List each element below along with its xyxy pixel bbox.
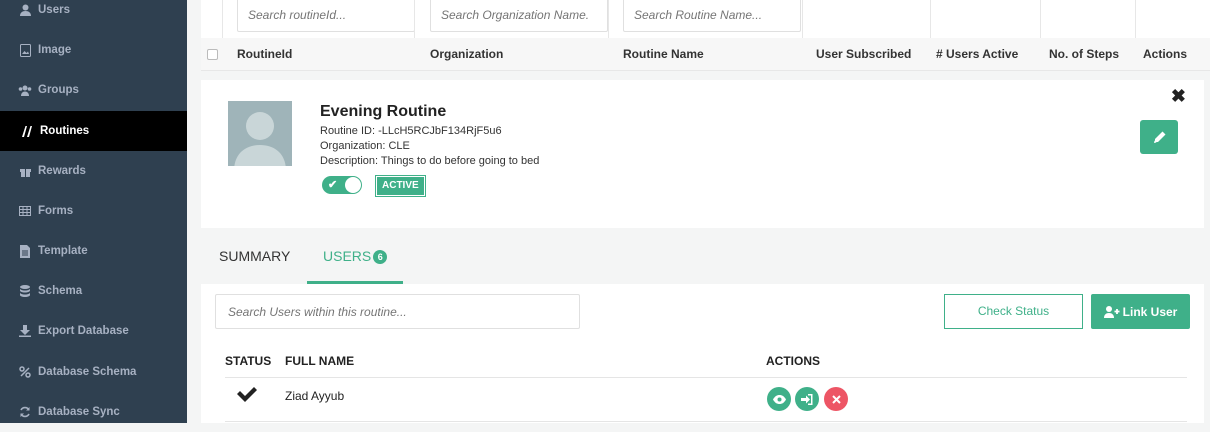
edit-button[interactable] (1140, 120, 1178, 154)
download-icon (18, 324, 32, 338)
sidebar-item-template[interactable]: Template (0, 231, 187, 271)
sidebar-item-database-sync[interactable]: Database Sync (0, 392, 187, 432)
user-search-input[interactable] (215, 294, 580, 329)
header-routine-id[interactable]: RoutineId (237, 38, 292, 70)
sidebar-item-schema[interactable]: Schema (0, 271, 187, 311)
sidebar-item-label: Image (38, 44, 72, 56)
sidebar-item-label: Rewards (38, 165, 86, 177)
file-icon (18, 244, 32, 258)
tab-users[interactable]: USERS 6 (323, 228, 388, 284)
gift-icon (18, 164, 32, 178)
sidebar-item-forms[interactable]: Forms (0, 191, 187, 231)
sidebar-item-label: Groups (38, 84, 79, 96)
check-icon (236, 385, 258, 406)
header-users-active[interactable]: # Users Active (936, 38, 1018, 70)
pencil-icon (1153, 131, 1165, 143)
routine-description: Description: Things to do before going t… (320, 155, 540, 167)
routine-id-search-input[interactable] (237, 0, 415, 32)
sign-in-icon (801, 393, 813, 405)
sidebar-item-users[interactable]: Users (0, 0, 187, 30)
user-icon (18, 3, 32, 17)
routines-icon (20, 124, 34, 138)
sidebar-item-rewards[interactable]: Rewards (0, 151, 187, 191)
sidebar-item-routines[interactable]: Routines (0, 111, 187, 151)
header-organization[interactable]: Organization (430, 38, 503, 70)
routine-id: Routine ID: -LLcH5RCJbF134RjF5u6 (320, 125, 502, 137)
status-badge: ACTIVE (375, 175, 426, 197)
users-count-badge: 6 (373, 250, 388, 264)
sidebar-item-label: Schema (38, 285, 83, 297)
sidebar-item-label: Routines (40, 125, 90, 137)
sidebar-item-database-schema[interactable]: Database Schema (0, 352, 187, 392)
avatar (228, 101, 292, 166)
users-panel: Check Status Link User STATUS FULL NAME … (201, 284, 1204, 423)
header-routine-name[interactable]: Routine Name (623, 38, 704, 70)
image-icon (18, 43, 32, 57)
tab-summary[interactable]: SUMMARY (219, 228, 290, 284)
sidebar-item-label: Template (38, 245, 88, 257)
add-user-icon (1103, 305, 1120, 318)
user-full-name: Ziad Ayyub (285, 389, 345, 403)
link-user-label: Link User (1122, 304, 1178, 319)
groups-icon (18, 83, 32, 97)
main-content: RoutineId Organization Routine Name User… (187, 0, 1210, 423)
link-user-button[interactable]: Link User (1091, 294, 1190, 329)
sidebar-item-label: Export Database (38, 325, 129, 337)
routine-title: Evening Routine (320, 103, 447, 120)
header-steps[interactable]: No. of Steps (1049, 38, 1119, 70)
check-icon: ✔ (328, 179, 338, 191)
row-divider (225, 421, 1187, 422)
sidebar-item-groups[interactable]: Groups (0, 70, 187, 110)
header-actions: Actions (1143, 47, 1188, 61)
sidebar-item-export-database[interactable]: Export Database (0, 311, 187, 351)
filter-row (201, 0, 1210, 39)
table-icon (18, 204, 32, 218)
eye-icon (772, 394, 786, 404)
sidebar-item-label: Users (38, 4, 70, 16)
percent-icon (18, 365, 32, 379)
close-icon[interactable]: ✖ (1171, 86, 1186, 107)
remove-user-button[interactable] (824, 387, 848, 411)
sidebar-item-label: Forms (38, 205, 74, 217)
sidebar: Users Image Groups Routines Rewards Form… (0, 0, 187, 423)
view-user-button[interactable] (767, 387, 791, 411)
column-full-name: FULL NAME (285, 354, 355, 368)
sidebar-item-label: Database Sync (38, 406, 120, 418)
toggle-knob (345, 177, 361, 193)
organization-search-input[interactable] (430, 0, 608, 32)
active-toggle[interactable]: ✔ (322, 176, 362, 194)
sidebar-item-image[interactable]: Image (0, 30, 187, 70)
database-icon (18, 284, 32, 298)
column-status: STATUS (225, 354, 272, 368)
column-actions: ACTIONS (766, 354, 820, 368)
tab-users-label: USERS (323, 248, 372, 264)
sync-icon (18, 405, 32, 419)
login-as-user-button[interactable] (795, 387, 819, 411)
header-divider (225, 377, 1187, 378)
sidebar-item-label: Database Schema (38, 366, 137, 378)
routine-organization: Organization: CLE (320, 140, 410, 152)
check-status-button[interactable]: Check Status (944, 294, 1083, 329)
select-all-checkbox[interactable] (207, 49, 218, 60)
table-header: RoutineId Organization Routine Name User… (201, 38, 1210, 71)
header-user-subscribed[interactable]: User Subscribed (816, 38, 911, 70)
routine-name-search-input[interactable] (623, 0, 801, 32)
tab-bar: SUMMARY USERS 6 (201, 228, 1210, 284)
close-icon (831, 394, 841, 404)
routine-detail-card: Evening Routine Routine ID: -LLcH5RCJbF1… (201, 80, 1204, 228)
